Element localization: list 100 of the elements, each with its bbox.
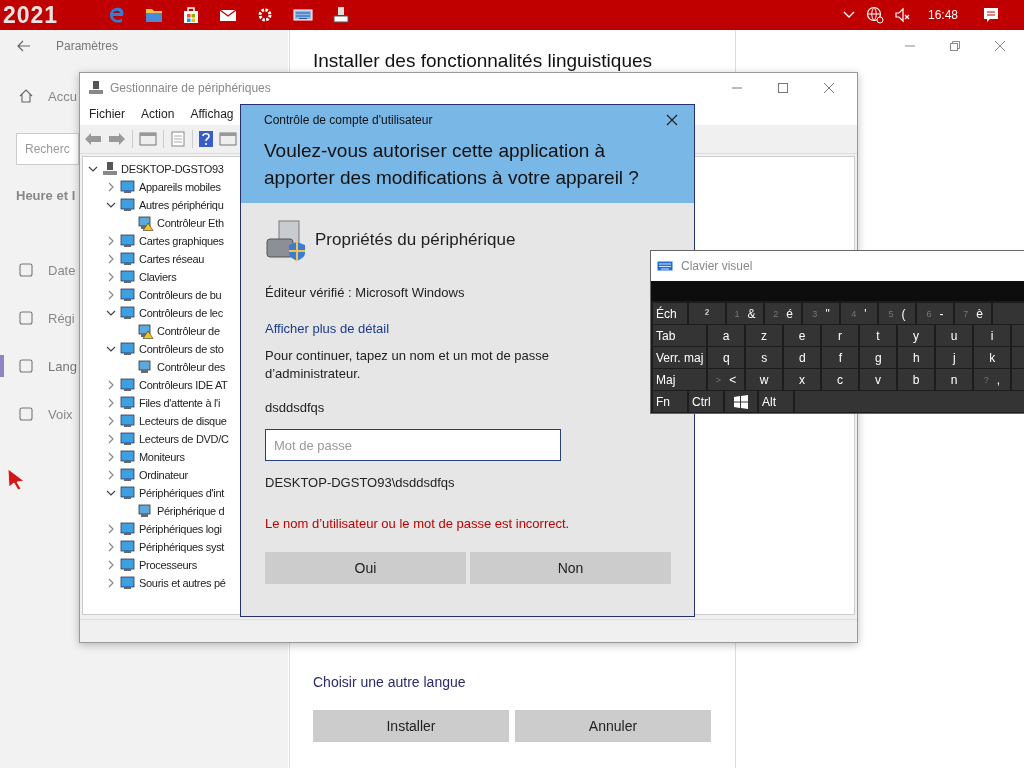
keyboard-key[interactable]: 4 ' <box>841 303 877 324</box>
gear-icon[interactable] <box>256 6 274 24</box>
keyboard-key[interactable]: h <box>898 347 935 368</box>
tree-item[interactable]: Cartes réseau <box>139 253 205 265</box>
tree-item[interactable]: Contrôleurs de bu <box>139 289 222 301</box>
expand-chevron-icon[interactable] <box>106 416 116 426</box>
keyboard-key[interactable]: ² <box>689 303 725 324</box>
keyboard-key[interactable]: s <box>746 347 783 368</box>
expand-chevron-icon[interactable] <box>106 236 116 246</box>
window-icon[interactable] <box>219 131 237 147</box>
dialog-button[interactable]: Annuler <box>515 710 711 742</box>
network-device-icon[interactable] <box>332 6 350 24</box>
expand-chevron-icon[interactable] <box>106 578 116 588</box>
maximize-icon[interactable] <box>777 82 789 94</box>
keyboard-key[interactable]: Verr. maj <box>653 347 707 368</box>
clock-text[interactable]: 16:48 <box>927 8 958 22</box>
search-field[interactable]: Recherc <box>16 133 79 165</box>
keyboard-key[interactable]: x <box>784 369 820 390</box>
collapse-chevron-icon[interactable] <box>106 344 116 354</box>
keyboard-key[interactable]: k <box>974 347 1011 368</box>
tree-item[interactable]: Souris et autres pé <box>139 577 226 589</box>
keyboard-key[interactable]: 3 " <box>803 303 839 324</box>
keyboard-key[interactable]: 1 & <box>727 303 763 324</box>
dialog-button[interactable]: Oui <box>265 552 466 584</box>
expand-chevron-icon[interactable] <box>106 398 116 408</box>
expand-chevron-icon[interactable] <box>106 542 116 552</box>
tree-item[interactable]: Moniteurs <box>139 451 185 463</box>
keyboard-key[interactable]: ? , <box>974 369 1010 390</box>
keyboard-key[interactable]: 5 ( <box>879 303 915 324</box>
menu-item[interactable]: Action <box>141 107 175 121</box>
collapse-chevron-icon[interactable] <box>106 200 116 210</box>
keyboard-key[interactable]: w <box>746 369 782 390</box>
tree-item[interactable]: Ordinateur <box>139 469 188 481</box>
tree-item[interactable]: Contrôleur Eth <box>157 217 224 229</box>
keyboard-key[interactable]: Fn <box>653 391 687 412</box>
keyboard-key[interactable]: Ctrl <box>689 391 723 412</box>
expand-chevron-icon[interactable] <box>106 272 116 282</box>
expand-chevron-icon[interactable] <box>106 380 116 390</box>
tree-item[interactable]: Périphériques d'int <box>139 487 225 499</box>
expand-chevron-icon[interactable] <box>106 452 116 462</box>
keyboard-key[interactable]: > < <box>708 369 744 390</box>
back-arrow-icon[interactable] <box>84 132 102 146</box>
keyboard-key[interactable]: i <box>974 325 1010 346</box>
expand-chevron-icon[interactable] <box>106 434 116 444</box>
collapse-chevron-icon[interactable] <box>106 488 116 498</box>
keyboard-key[interactable]: Éch <box>653 303 687 324</box>
tree-item[interactable]: Contrôleurs de sto <box>139 343 224 355</box>
keyboard-icon[interactable] <box>293 6 313 24</box>
keyboard-key[interactable]: Tab <box>653 325 706 346</box>
keyboard-key[interactable]: q <box>708 347 745 368</box>
menu-item[interactable]: Affichag <box>190 107 234 121</box>
keyboard-key[interactable]: f <box>822 347 859 368</box>
tree-item[interactable]: Processeurs <box>139 559 197 571</box>
tree-item[interactable]: Périphériques syst <box>139 541 225 553</box>
keyboard-key[interactable]: 6 - <box>917 303 953 324</box>
tree-item[interactable]: Contrôleurs de lec <box>139 307 223 319</box>
close-icon[interactable] <box>666 114 678 126</box>
choose-language-link[interactable]: Choisir une autre langue <box>313 674 711 690</box>
speaker-muted-icon[interactable] <box>893 6 912 24</box>
windows-key[interactable] <box>725 391 757 412</box>
tree-item[interactable]: DESKTOP-DGSTO93 <box>121 163 224 175</box>
close-icon[interactable] <box>823 82 835 94</box>
tree-item[interactable]: Lecteurs de DVD/C <box>139 433 229 445</box>
help-icon[interactable] <box>199 131 213 147</box>
window-icon[interactable] <box>139 131 157 147</box>
keyboard-key[interactable]: g <box>860 347 897 368</box>
tree-item[interactable]: Périphérique d <box>157 505 225 517</box>
keyboard-key[interactable]: t <box>860 325 896 346</box>
keyboard-key[interactable]: Alt <box>759 391 793 412</box>
expand-chevron-icon[interactable] <box>106 182 116 192</box>
expand-chevron-icon[interactable] <box>106 470 116 480</box>
browser-icon[interactable] <box>108 6 126 24</box>
globe-icon[interactable] <box>865 6 884 24</box>
keyboard-key[interactable]: u <box>936 325 972 346</box>
tree-item[interactable]: Autres périphériqu <box>139 199 224 211</box>
keyboard-key[interactable]: b <box>898 369 934 390</box>
tree-item[interactable]: Cartes graphiques <box>139 235 224 247</box>
tree-item[interactable]: Contrôleur des <box>157 361 225 373</box>
keyboard-key[interactable]: j <box>936 347 973 368</box>
nav-item[interactable]: Lang <box>48 358 77 374</box>
forward-arrow-icon[interactable] <box>108 132 126 146</box>
menu-item[interactable]: Fichier <box>89 107 125 121</box>
collapse-chevron-icon[interactable] <box>106 308 116 318</box>
keyboard-key[interactable]: 2 é <box>765 303 801 324</box>
tree-item[interactable]: Contrôleurs IDE AT <box>139 379 228 391</box>
tree-item[interactable]: Claviers <box>139 271 177 283</box>
dialog-button[interactable]: Installer <box>313 710 509 742</box>
tree-item[interactable]: Contrôleur de <box>157 325 220 337</box>
keyboard-key[interactable]: c <box>822 369 858 390</box>
back-arrow-icon[interactable] <box>16 38 32 54</box>
keyboard-key[interactable]: r <box>822 325 858 346</box>
tree-item[interactable]: Files d'attente à l'i <box>139 397 221 409</box>
keyboard-key[interactable]: n <box>936 369 972 390</box>
store-icon[interactable] <box>182 6 200 24</box>
folder-icon[interactable] <box>145 6 163 24</box>
keyboard-key[interactable]: y <box>898 325 934 346</box>
keyboard-key[interactable]: z <box>746 325 782 346</box>
keyboard-key[interactable]: a <box>708 325 744 346</box>
password-field[interactable]: Mot de passe <box>265 429 561 461</box>
expand-chevron-icon[interactable] <box>106 290 116 300</box>
